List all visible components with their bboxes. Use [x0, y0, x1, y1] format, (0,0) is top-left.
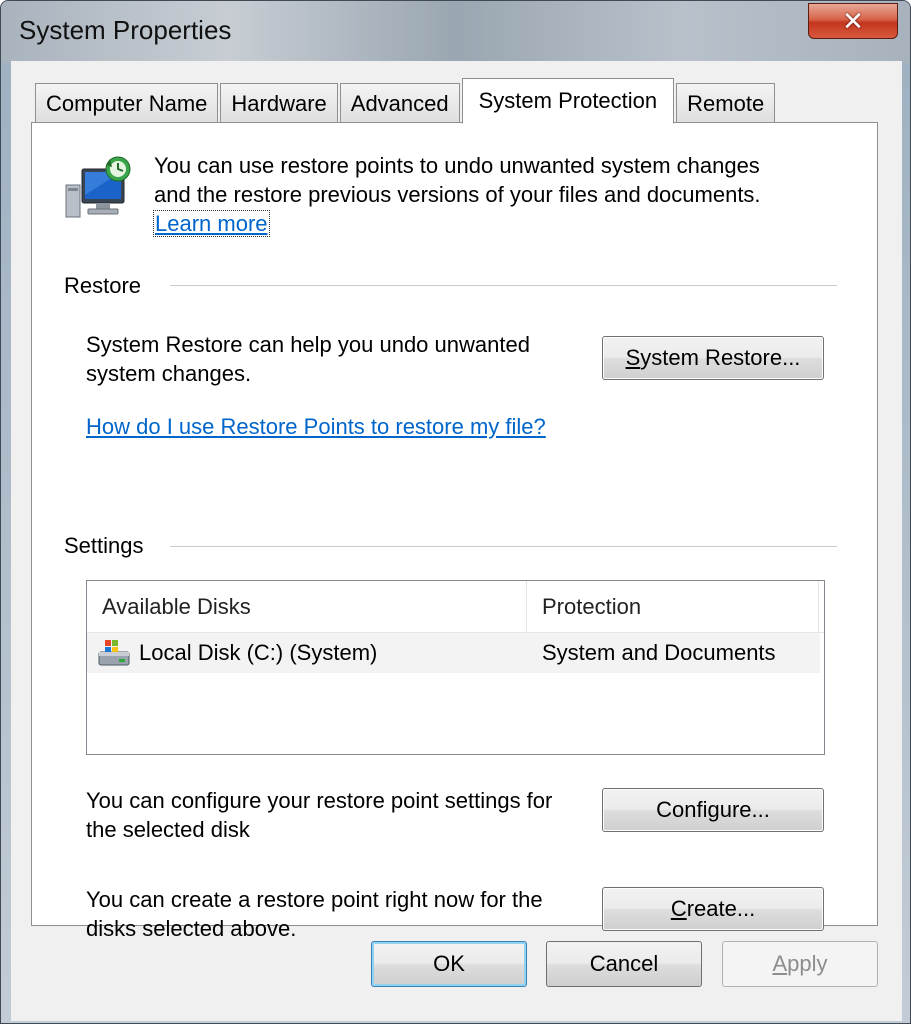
restore-desc-line-1: System Restore can help you undo unwante… — [86, 332, 530, 357]
apply-label-post: pply — [787, 951, 828, 976]
create-button[interactable]: Create... — [602, 887, 824, 931]
tab-hardware[interactable]: Hardware — [220, 83, 338, 123]
apply-mnemonic: A — [772, 951, 788, 976]
learn-more-link[interactable]: Learn more — [153, 210, 270, 237]
close-button[interactable]: ✕ — [808, 3, 898, 39]
configure-desc-line-1: You can configure your restore point set… — [86, 788, 553, 813]
settings-heading: Settings — [64, 533, 158, 559]
settings-divider — [170, 546, 837, 547]
create-desc-line-2: disks selected above. — [86, 916, 297, 941]
system-properties-window: System Properties ✕ Computer Name Hardwa… — [0, 0, 911, 1024]
title-bar[interactable]: System Properties ✕ — [1, 1, 910, 63]
configure-mnemonic: g — [707, 797, 720, 822]
local-disk-icon — [98, 640, 130, 666]
configure-button[interactable]: Confi g ure... — [602, 788, 824, 832]
available-disks-list[interactable]: Available Disks Protection Local Disk (C… — [86, 580, 825, 755]
restore-points-help-link[interactable]: How do I use Restore Points to restore m… — [86, 412, 546, 441]
tab-strip: Computer Name Hardware Advanced System P… — [35, 77, 777, 124]
system-restore-mnemonic: S — [625, 345, 641, 370]
tab-advanced[interactable]: Advanced — [339, 83, 460, 123]
protection-cell: System and Documents — [542, 640, 776, 665]
cancel-button[interactable]: Cancel — [546, 941, 702, 987]
tab-computer-name[interactable]: Computer Name — [35, 83, 219, 123]
column-header-available-disks[interactable]: Available Disks — [87, 581, 527, 633]
dialog-footer: OK Cancel Apply — [11, 941, 902, 991]
restore-description: System Restore can help you undo unwante… — [86, 330, 530, 388]
list-header: Available Disks Protection — [87, 581, 824, 633]
close-icon: ✕ — [842, 6, 864, 36]
intro-text: You can use restore points to undo unwan… — [153, 151, 854, 238]
tab-remote[interactable]: Remote — [676, 83, 776, 123]
create-label-post: reate... — [686, 896, 756, 921]
ok-button[interactable]: OK — [371, 941, 527, 987]
column-header-protection[interactable]: Protection — [527, 581, 819, 633]
create-desc-line-1: You can create a restore point right now… — [86, 887, 543, 912]
system-restore-computer-icon — [65, 156, 131, 218]
configure-desc-line-2: the selected disk — [86, 817, 250, 842]
restore-heading: Restore — [64, 273, 156, 299]
create-mnemonic: C — [670, 896, 687, 921]
window-title: System Properties — [19, 15, 232, 45]
intro-line-1: You can use restore points to undo unwan… — [154, 153, 760, 178]
configure-description: You can configure your restore point set… — [86, 786, 552, 844]
tab-system-protection[interactable]: System Protection — [461, 78, 675, 124]
disk-name: Local Disk (C:) (System) — [139, 640, 378, 665]
table-row[interactable]: Local Disk (C:) (System) System and Docu… — [87, 633, 820, 673]
system-restore-button[interactable]: System Restore... — [602, 336, 824, 380]
restore-divider — [170, 285, 837, 286]
configure-label-post: ure... — [719, 797, 770, 822]
create-description: You can create a restore point right now… — [86, 885, 543, 943]
system-protection-panel: You can use restore points to undo unwan… — [31, 122, 878, 941]
configure-label-pre: Confi — [656, 797, 708, 822]
disk-cell: Local Disk (C:) (System) — [87, 638, 527, 668]
intro-line-2: and the restore previous versions of you… — [154, 182, 761, 207]
system-restore-label: ystem Restore... — [640, 345, 801, 370]
restore-desc-line-2: system changes. — [86, 361, 252, 386]
apply-button[interactable]: Apply — [722, 941, 878, 987]
dialog-body: Computer Name Hardware Advanced System P… — [11, 61, 902, 1021]
